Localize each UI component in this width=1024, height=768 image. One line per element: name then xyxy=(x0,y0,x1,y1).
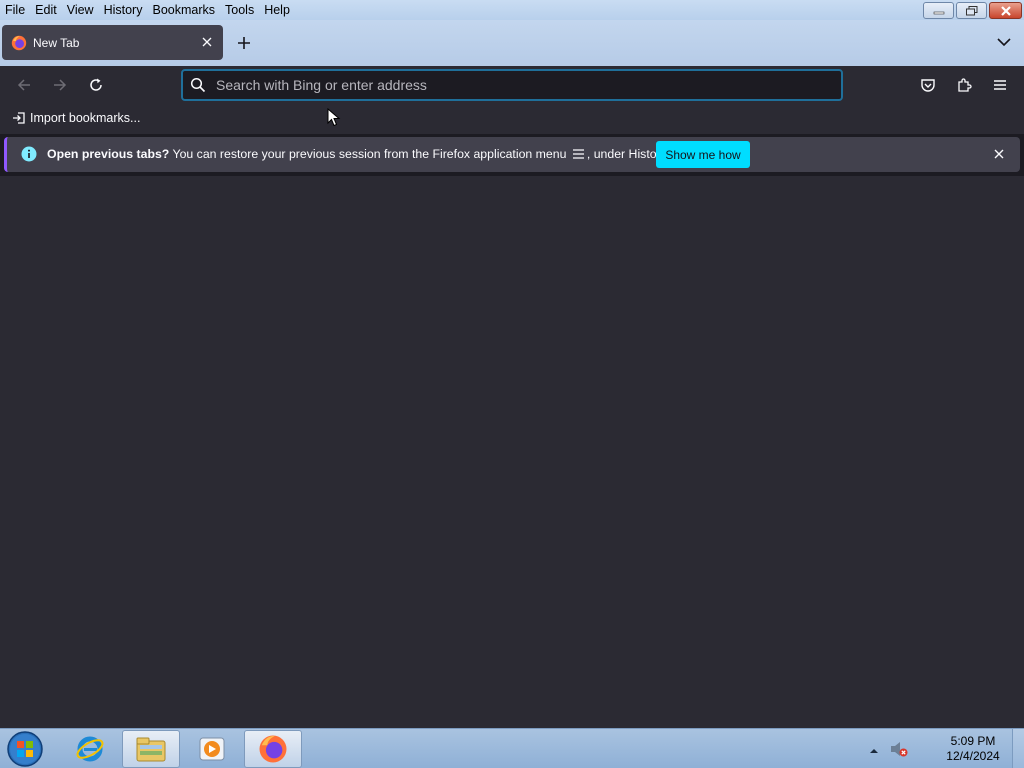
internet-explorer-icon xyxy=(76,736,104,762)
speaker-muted-icon xyxy=(891,742,908,757)
import-icon xyxy=(13,112,25,124)
forward-button[interactable] xyxy=(50,75,70,95)
back-button[interactable] xyxy=(14,75,34,95)
close-tab-button[interactable] xyxy=(199,34,215,50)
notification-title: Open previous tabs? xyxy=(47,147,170,161)
system-clock[interactable]: 5:09 PM 12/4/2024 xyxy=(936,734,1010,764)
media-player-icon xyxy=(199,737,225,761)
mouse-cursor-icon xyxy=(327,108,341,127)
pocket-icon xyxy=(921,79,935,92)
show-desktop-button[interactable] xyxy=(1012,729,1024,768)
show-me-how-button[interactable]: Show me how xyxy=(656,141,750,168)
minimize-button[interactable] xyxy=(923,2,954,19)
firefox-icon xyxy=(11,35,27,50)
menu-bar: File Edit View History Bookmarks Tools H… xyxy=(0,0,295,20)
taskbar: 5:09 PM 12/4/2024 xyxy=(0,728,1024,768)
address-bar[interactable] xyxy=(181,69,843,101)
menu-view[interactable]: View xyxy=(62,0,99,20)
menu-file[interactable]: File xyxy=(0,0,30,20)
taskbar-internet-explorer[interactable] xyxy=(61,730,119,768)
menu-bookmarks[interactable]: Bookmarks xyxy=(147,0,220,20)
taskbar-media-player[interactable] xyxy=(183,730,241,768)
menu-history[interactable]: History xyxy=(99,0,148,20)
tab-strip: New Tab xyxy=(0,20,1024,66)
restore-button[interactable] xyxy=(956,2,987,19)
pocket-button[interactable] xyxy=(918,75,938,95)
menu-tools[interactable]: Tools xyxy=(220,0,259,20)
new-tab-button[interactable] xyxy=(234,33,254,53)
tab-new-tab[interactable]: New Tab xyxy=(2,25,223,60)
search-input[interactable] xyxy=(216,77,816,93)
close-icon xyxy=(1000,5,1011,16)
reload-icon xyxy=(90,78,102,91)
notification-message: Open previous tabs? You can restore your… xyxy=(47,147,669,161)
hamburger-menu-icon xyxy=(994,80,1006,90)
close-icon xyxy=(994,149,1004,159)
clock-time: 5:09 PM xyxy=(950,734,996,748)
info-icon xyxy=(21,146,37,162)
bookmarks-toolbar: Import bookmarks... xyxy=(0,104,1024,134)
volume-button[interactable] xyxy=(889,740,909,761)
restore-icon xyxy=(965,5,977,15)
notification-body: You can restore your previous session fr… xyxy=(169,147,570,161)
hamburger-menu-icon xyxy=(572,149,584,159)
arrow-left-icon xyxy=(17,79,30,91)
folder-icon xyxy=(136,737,166,762)
start-button[interactable] xyxy=(6,730,46,768)
chevron-up-icon xyxy=(870,749,878,753)
taskbar-file-explorer[interactable] xyxy=(122,730,180,768)
menu-edit[interactable]: Edit xyxy=(30,0,62,20)
session-restore-notification: Open previous tabs? You can restore your… xyxy=(4,137,1020,172)
list-all-tabs-button[interactable] xyxy=(996,34,1012,50)
navigation-toolbar xyxy=(0,66,1024,104)
reload-button[interactable] xyxy=(86,75,106,95)
show-hidden-icons-button[interactable] xyxy=(869,744,879,758)
puzzle-icon xyxy=(958,78,972,92)
import-bookmarks-button[interactable]: Import bookmarks... xyxy=(12,111,140,125)
windows-start-icon xyxy=(7,731,43,767)
app-menu-button[interactable] xyxy=(990,75,1010,95)
tab-title: New Tab xyxy=(33,35,80,50)
arrow-right-icon xyxy=(54,79,67,91)
title-bar: File Edit View History Bookmarks Tools H… xyxy=(0,0,1024,20)
close-notification-button[interactable] xyxy=(992,147,1006,161)
firefox-icon xyxy=(259,735,287,763)
import-bookmarks-label: Import bookmarks... xyxy=(30,111,141,125)
clock-date: 12/4/2024 xyxy=(946,749,1000,763)
menu-help[interactable]: Help xyxy=(259,0,295,20)
chevron-down-icon xyxy=(997,38,1011,47)
window-controls xyxy=(923,2,1022,19)
plus-icon xyxy=(238,37,250,49)
page-content[interactable] xyxy=(0,176,1024,728)
close-window-button[interactable] xyxy=(989,2,1022,19)
minimize-icon xyxy=(933,11,944,14)
search-icon xyxy=(190,77,206,93)
taskbar-firefox[interactable] xyxy=(244,730,302,768)
close-icon xyxy=(202,37,212,47)
extensions-button[interactable] xyxy=(954,75,974,95)
